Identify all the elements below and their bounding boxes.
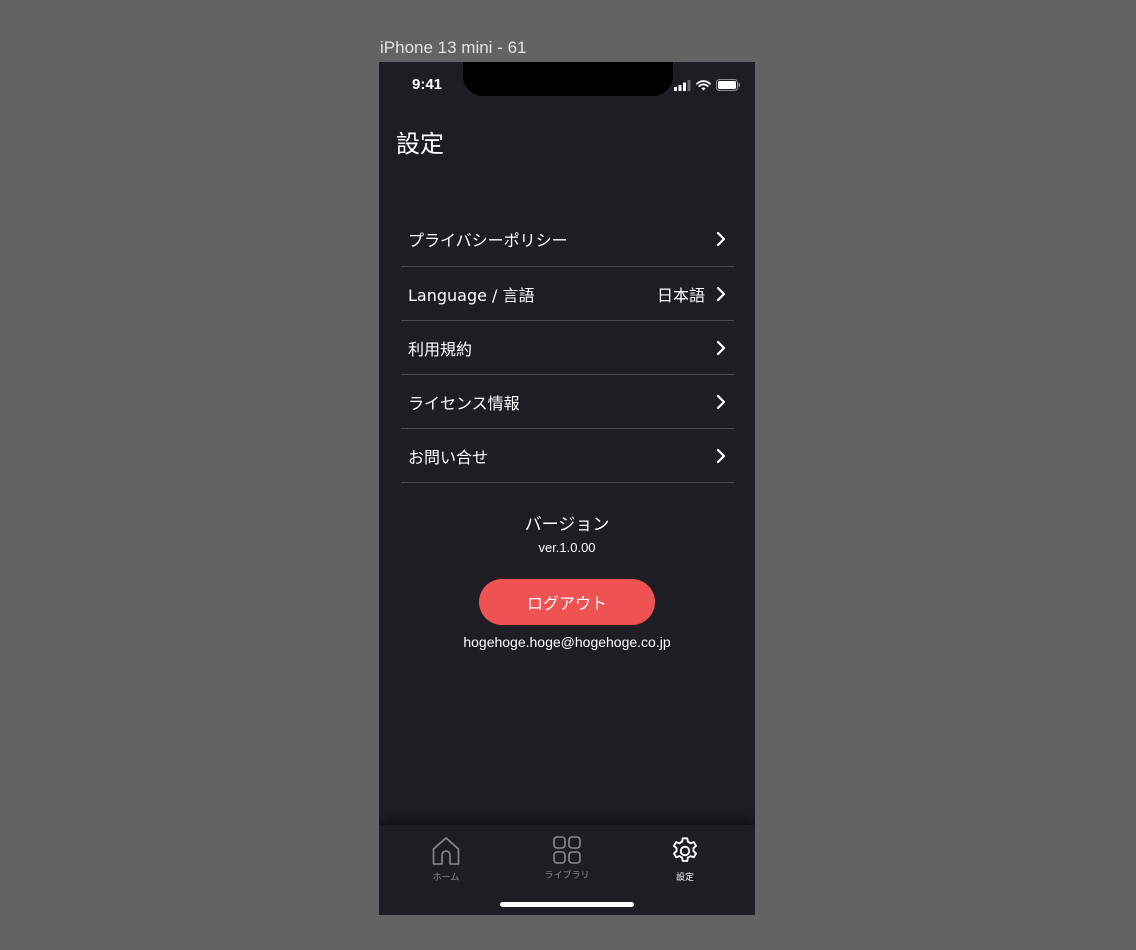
- tab-settings[interactable]: 設定: [645, 835, 725, 883]
- tab-library[interactable]: ライブラリ: [527, 835, 607, 881]
- tab-home[interactable]: ホーム: [406, 835, 486, 883]
- chevron-right-icon: [716, 448, 726, 463]
- battery-icon: [716, 79, 740, 91]
- home-icon: [432, 837, 460, 865]
- tab-label: ホーム: [432, 873, 460, 883]
- menu-item-label: お問い合せ: [408, 447, 489, 467]
- menu-item-label: 利用規約: [408, 339, 473, 359]
- frame-label: iPhone 13 mini - 61: [380, 38, 527, 57]
- page-title: 設定: [396, 130, 444, 158]
- grid-icon: [553, 836, 581, 864]
- menu-item-label: Language / 言語: [408, 285, 535, 305]
- signal-icon: [674, 79, 691, 91]
- language-value: 日本語: [656, 285, 705, 305]
- tab-label: ライブラリ: [544, 871, 590, 881]
- phone-screen: 9:41 設定 プライバシーポリシー Language / 言語 日本語 利用規…: [379, 62, 755, 915]
- account-email: hogehoge.hoge@hogehoge.co.jp: [463, 634, 671, 650]
- menu-item-language[interactable]: Language / 言語 日本語: [401, 267, 734, 321]
- tab-label: 設定: [675, 873, 694, 883]
- menu-item-terms-of-service[interactable]: 利用規約: [401, 321, 734, 375]
- chevron-right-icon: [716, 231, 726, 247]
- status-time: 9:41: [412, 76, 443, 93]
- menu-item-contact[interactable]: お問い合せ: [401, 429, 734, 483]
- design-canvas: iPhone 13 mini - 61 9:41 設定 プライバシーポリシー L…: [0, 0, 1136, 950]
- menu-item-label: プライバシーポリシー: [408, 231, 568, 250]
- home-indicator: [500, 902, 634, 907]
- logout-button-label: ログアウト: [526, 594, 607, 613]
- menu-item-privacy-policy[interactable]: プライバシーポリシー: [401, 212, 734, 267]
- settings-menu: プライバシーポリシー Language / 言語 日本語 利用規約 ライセンス情…: [401, 212, 734, 483]
- version-number: ver.1.0.00: [538, 540, 596, 555]
- notch: [463, 62, 673, 96]
- menu-item-label: ライセンス情報: [408, 393, 520, 413]
- status-icons: [674, 79, 741, 91]
- version-title: バージョン: [524, 515, 610, 535]
- gear-icon: [673, 837, 697, 862]
- chevron-right-icon: [716, 340, 726, 355]
- chevron-right-icon: [716, 286, 726, 301]
- wifi-icon: [696, 79, 711, 90]
- chevron-right-icon: [716, 394, 726, 409]
- logout-button[interactable]: ログアウト: [479, 579, 655, 625]
- menu-item-license-info[interactable]: ライセンス情報: [401, 375, 734, 429]
